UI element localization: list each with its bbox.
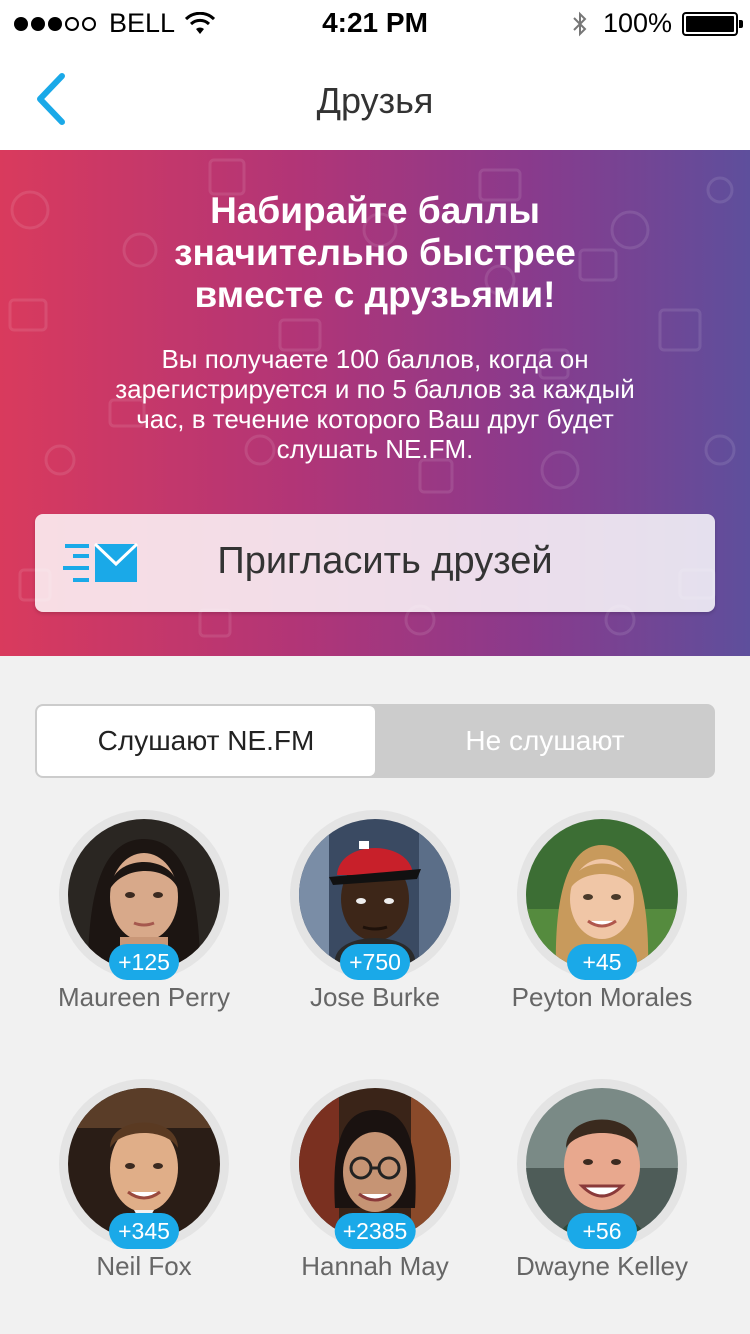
tab-listening[interactable]: Слушают NE.FM: [37, 706, 375, 776]
invite-friends-button[interactable]: Пригласить друзей: [35, 514, 715, 612]
bluetooth-icon: [573, 11, 587, 36]
score-badge: +45: [567, 944, 637, 980]
friend-card[interactable]: +125 Maureen Perry: [30, 810, 258, 1030]
friend-card[interactable]: +45 Peyton Morales: [488, 810, 716, 1030]
friend-card[interactable]: +750 Jose Burke: [261, 810, 489, 1030]
battery-icon: [682, 11, 743, 36]
promo-title: Набирайте баллы значительно быстрее вмес…: [174, 190, 576, 315]
friend-name: Maureen Perry: [58, 982, 230, 1012]
friend-card[interactable]: +345 Neil Fox: [30, 1079, 258, 1299]
score-badge: +750: [340, 944, 410, 980]
navigation-bar: Друзья: [0, 44, 750, 150]
friend-name: Neil Fox: [96, 1251, 192, 1281]
friend-name: Jose Burke: [309, 982, 441, 1012]
page-title: Друзья: [316, 80, 434, 121]
score-badge: +56: [567, 1213, 637, 1249]
score-badge: +125: [109, 944, 179, 980]
listening-filter-tabs: Не слушают Слушают NE.FM: [35, 704, 715, 778]
battery-percentage: 100%: [602, 8, 672, 38]
friend-card[interactable]: +56 Dwayne Kelley: [488, 1079, 716, 1299]
promo-description: Вы получаете 100 баллов, когда он зареги…: [115, 344, 635, 464]
tab-not-listening[interactable]: Не слушают: [375, 704, 715, 778]
friend-name: Dwayne Kelley: [516, 1251, 688, 1281]
friend-name: Peyton Morales: [511, 982, 693, 1012]
promo-banner: Набирайте баллы значительно быстрее вмес…: [0, 150, 750, 656]
friend-name: Hannah May: [301, 1251, 449, 1281]
score-badge: +345: [109, 1213, 179, 1249]
friend-card[interactable]: +2385 Hannah May: [261, 1079, 489, 1299]
status-right: 100%: [571, 8, 743, 39]
status-bar: BELL 4:21 PM 100%: [0, 0, 750, 44]
invite-friends-label: Пригласить друзей: [217, 540, 553, 582]
score-badge: +2385: [334, 1213, 416, 1249]
